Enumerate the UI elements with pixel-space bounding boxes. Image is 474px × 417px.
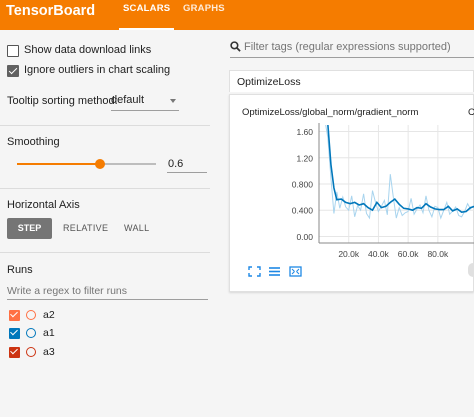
show-download-checkbox[interactable] <box>7 45 19 57</box>
axis-wall-button[interactable]: WALL <box>124 218 149 239</box>
run-color-circle[interactable] <box>26 347 36 357</box>
smoothing-slider-thumb[interactable] <box>95 159 106 169</box>
x-tick-label: 20.0k <box>338 249 360 259</box>
tag-filter-underline <box>230 57 474 58</box>
y-tick-label: 1.60 <box>296 127 313 137</box>
y-tick-label: 1.20 <box>296 153 313 163</box>
run-name: a2 <box>43 309 55 321</box>
x-tick-label: 60.0k <box>398 249 420 259</box>
axis-relative-button[interactable]: RELATIVE <box>63 218 108 239</box>
runs-filter-underline <box>7 299 208 300</box>
log-scale-icon[interactable] <box>268 266 281 277</box>
search-icon <box>230 41 241 52</box>
axis-step-button[interactable]: STEP <box>7 218 52 239</box>
smoothing-value: 0.6 <box>168 158 184 170</box>
app-title: TensorBoard <box>6 3 96 19</box>
smoothing-slider-fill <box>17 163 101 165</box>
run-color-circle[interactable] <box>26 328 36 338</box>
divider <box>0 125 210 126</box>
smoothing-slider[interactable] <box>17 159 156 169</box>
top-app-bar: TensorBoard SCALARS GRAPHS <box>0 0 474 30</box>
show-download-label: Show data download links <box>24 44 152 56</box>
fit-domain-icon[interactable] <box>289 266 302 277</box>
more-icon[interactable] <box>468 263 474 277</box>
category-header[interactable]: OptimizeLoss <box>229 70 474 92</box>
run-name: a3 <box>43 346 55 358</box>
tooltip-sorting-value: default <box>111 94 145 106</box>
tooltip-sorting-label: Tooltip sorting method: <box>7 95 118 107</box>
runs-filter-input[interactable]: Write a regex to filter runs <box>7 285 127 297</box>
tag-filter-input[interactable]: Filter tags (regular expressions support… <box>244 41 451 53</box>
run-checkbox[interactable] <box>9 347 20 358</box>
x-tick-label: 80.0k <box>427 249 449 259</box>
y-tick-label: 0.00 <box>296 232 313 242</box>
ignore-outliers-checkbox[interactable] <box>7 65 19 77</box>
runs-label: Runs <box>7 264 33 276</box>
smoothing-label: Smoothing <box>7 136 60 148</box>
divider <box>0 188 210 189</box>
category-title: OptimizeLoss <box>237 76 301 88</box>
horizontal-axis-label: Horizontal Axis <box>7 199 80 211</box>
expand-icon[interactable] <box>248 266 261 277</box>
run-name: a1 <box>43 327 55 339</box>
series-group <box>325 125 474 220</box>
dropdown-underline <box>111 110 179 111</box>
ignore-outliers-label: Ignore outliers in chart scaling <box>24 64 171 76</box>
x-tick-label: 40.0k <box>368 249 390 259</box>
series-line-smoothed <box>327 125 474 214</box>
tab-graphs[interactable]: GRAPHS <box>183 0 225 30</box>
chart-card: OptimizeLoss/global_norm/gradient_norm C… <box>229 94 474 292</box>
divider <box>0 252 210 253</box>
line-chart[interactable]: 1.60 1.20 0.800 0.400 0.00 20.0k 40.0k 60.0k 80.… <box>230 95 474 293</box>
chevron-down-icon <box>170 99 176 103</box>
run-color-circle[interactable] <box>26 310 36 320</box>
smoothing-input-underline <box>167 172 207 173</box>
tab-scalars[interactable]: SCALARS <box>118 0 175 30</box>
y-tick-label: 0.400 <box>292 206 314 216</box>
run-checkbox[interactable] <box>9 328 20 339</box>
y-tick-label: 0.800 <box>292 180 314 190</box>
run-checkbox[interactable] <box>9 310 20 321</box>
